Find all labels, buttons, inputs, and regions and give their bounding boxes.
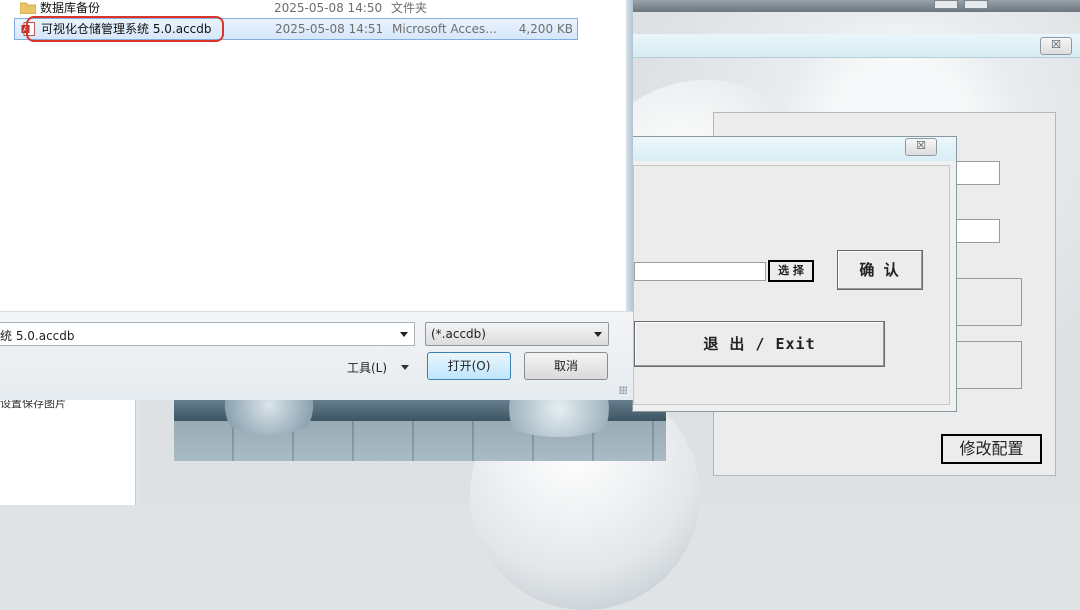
cancel-button[interactable]: 取消 <box>524 352 608 380</box>
close-icon[interactable]: ☒ <box>1040 37 1072 55</box>
file-size: 4,200 KB <box>518 22 573 36</box>
taskbar-button[interactable] <box>934 0 958 9</box>
file-date: 2025-05-08 14:51 <box>275 22 384 36</box>
config-field-2[interactable] <box>956 219 1000 243</box>
file-type: 文件夹 <box>391 1 428 15</box>
config-button-1[interactable] <box>956 278 1022 326</box>
tools-menu[interactable]: 工具(L) <box>347 359 387 376</box>
taskbar-button[interactable] <box>964 0 988 9</box>
background-window-titlebar: ☒ <box>632 34 1080 58</box>
file-type-filter[interactable]: (*.accdb) <box>425 322 609 346</box>
filter-value: (*.accdb) <box>431 327 486 341</box>
dialog-titlebar: ☒ <box>633 137 956 161</box>
folder-icon <box>20 2 36 14</box>
database-path-input[interactable] <box>634 262 766 281</box>
chevron-down-icon[interactable] <box>401 365 409 370</box>
filename-combobox[interactable]: 统 5.0.accdb <box>0 322 415 346</box>
chevron-down-icon[interactable] <box>400 332 408 337</box>
resize-grip-icon[interactable] <box>619 386 627 394</box>
confirm-button[interactable]: 确 认 <box>837 250 923 290</box>
open-button[interactable]: 打开(O) <box>427 352 511 380</box>
background-taskbar <box>632 0 1080 12</box>
select-file-button[interactable]: 选 择 <box>768 260 814 282</box>
background-left-panel: 设置保存图片 <box>0 395 136 505</box>
file-date: 2025-05-08 14:50 <box>274 1 383 15</box>
config-button-2[interactable] <box>956 341 1022 389</box>
close-icon[interactable]: ☒ <box>905 138 937 156</box>
highlight-annotation <box>26 16 224 42</box>
warehouse-image <box>174 395 666 461</box>
file-type: Microsoft Acces... <box>392 22 497 36</box>
config-field-1[interactable] <box>956 161 1000 185</box>
filename-value: 统 5.0.accdb <box>0 329 75 343</box>
exit-button[interactable]: 退 出 / Exit <box>634 321 885 367</box>
chevron-down-icon[interactable] <box>594 332 602 337</box>
modify-config-button[interactable]: 修改配置 <box>941 434 1042 464</box>
